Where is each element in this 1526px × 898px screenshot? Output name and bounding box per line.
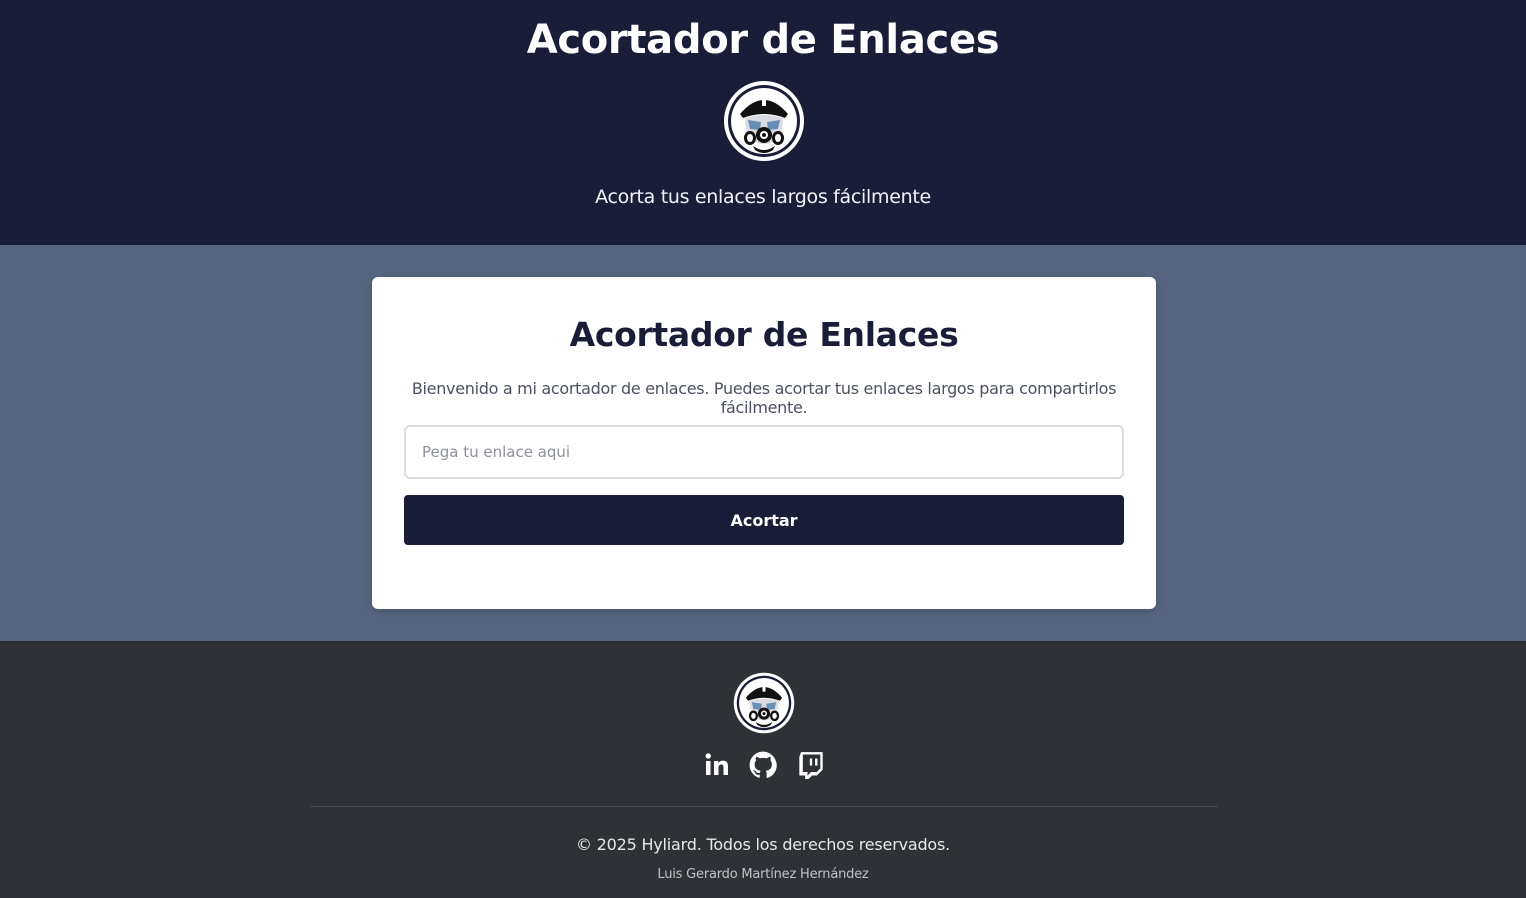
twitch-link[interactable] xyxy=(796,751,826,781)
page-title: Acortador de Enlaces xyxy=(526,17,1000,63)
url-input[interactable] xyxy=(404,425,1124,479)
github-icon xyxy=(749,751,777,778)
main-section: Acortador de Enlaces Bienvenido a mi aco… xyxy=(0,245,1526,641)
gas-mask-avatar-logo-icon xyxy=(724,81,804,161)
shortener-card: Acortador de Enlaces Bienvenido a mi aco… xyxy=(372,277,1156,609)
footer-divider xyxy=(310,806,1218,807)
site-header: Acortador de Enlaces Acorta tus enlaces … xyxy=(0,0,1526,245)
linkedin-icon xyxy=(705,753,728,775)
social-links xyxy=(700,751,826,783)
github-link[interactable] xyxy=(748,751,778,781)
copyright-text: © 2025 Hyliard. Todos los derechos reser… xyxy=(575,835,951,854)
footer-logo xyxy=(733,672,795,734)
header-logo xyxy=(723,80,805,162)
card-title: Acortador de Enlaces xyxy=(569,315,959,354)
site-footer: © 2025 Hyliard. Todos los derechos reser… xyxy=(0,641,1526,898)
gas-mask-avatar-logo-icon xyxy=(733,672,795,734)
author-name: Luis Gerardo Martínez Hernández xyxy=(657,867,869,882)
card-description: Bienvenido a mi acortador de enlaces. Pu… xyxy=(411,379,1117,417)
header-subtitle: Acorta tus enlaces largos fácilmente xyxy=(595,186,931,208)
linkedin-link[interactable] xyxy=(702,751,732,781)
shorten-button[interactable]: Acortar xyxy=(404,495,1124,545)
twitch-icon xyxy=(799,752,823,779)
